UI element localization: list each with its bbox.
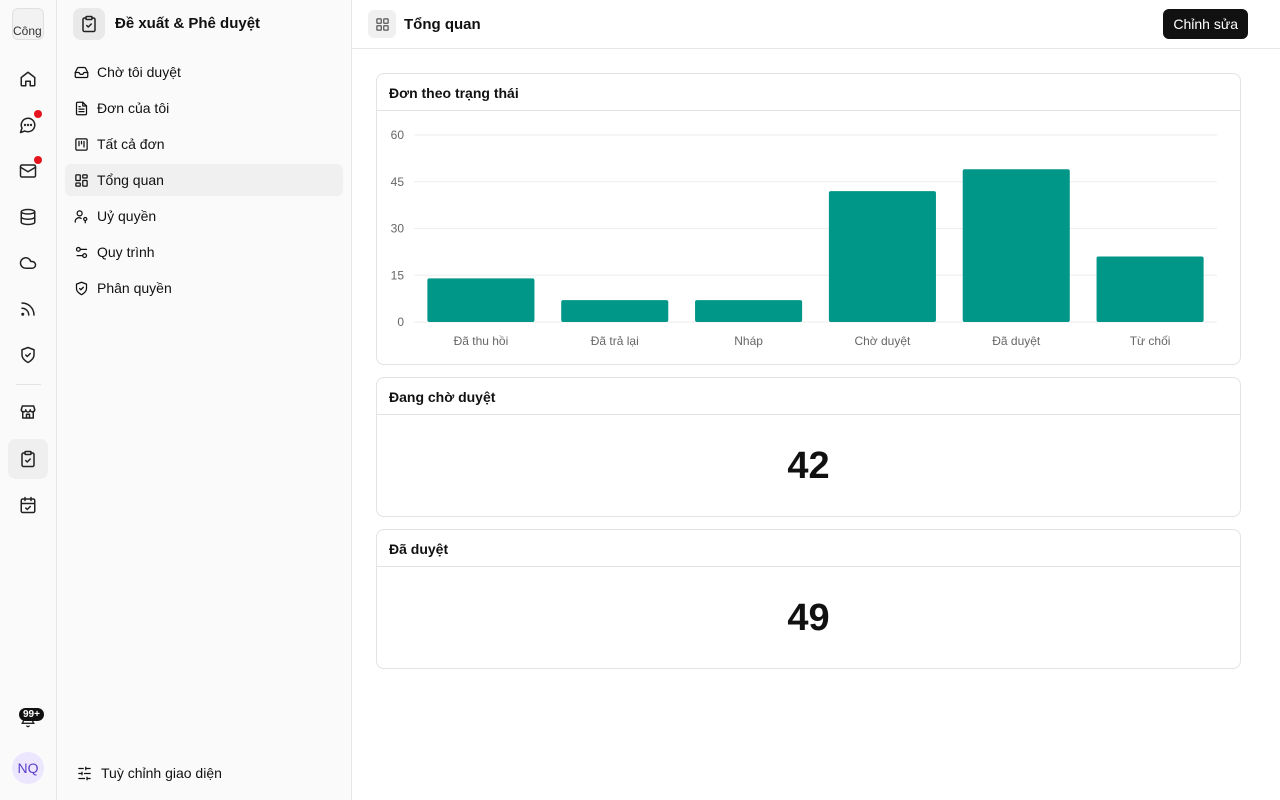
edit-button[interactable]: Chỉnh sửa: [1163, 9, 1248, 39]
x-tick-label: Đã duyệt: [992, 334, 1041, 348]
y-tick-label: 0: [397, 315, 404, 329]
file-text-icon: [75, 101, 88, 115]
rail-database-button[interactable]: [8, 197, 48, 237]
sidebar-item-label: Phân quyền: [97, 280, 172, 296]
inbox-icon: [74, 66, 89, 78]
customize-interface-label: Tuỳ chỉnh giao diện: [101, 765, 222, 781]
chat-icon: [19, 117, 36, 134]
sliders-icon: [78, 766, 91, 780]
module-icon: [73, 8, 105, 40]
sidebar-item-label: Chờ tôi duyệt: [97, 64, 181, 80]
page-icon: [368, 10, 396, 38]
x-tick-label: Từ chối: [1130, 334, 1171, 348]
rail-calendar-button[interactable]: [8, 485, 48, 525]
bar: [828, 191, 936, 322]
rail-rss-button[interactable]: [8, 289, 48, 329]
sidebar-item-overview[interactable]: Tổng quan: [65, 164, 343, 196]
pending-stat-title: Đang chờ duyệt: [377, 378, 1240, 415]
company-logo-alt-text: Công: [13, 24, 42, 38]
user-key-icon: [74, 209, 88, 223]
shield-icon: [75, 281, 88, 295]
customize-interface-button[interactable]: Tuỳ chỉnh giao diện: [77, 765, 222, 781]
bar: [695, 300, 803, 322]
layout-grid-icon: [75, 173, 88, 187]
company-logo[interactable]: Công: [12, 8, 44, 40]
pending-stat-card: Đang chờ duyệt 42: [376, 377, 1241, 517]
rail-divider: [16, 384, 41, 385]
y-tick-label: 15: [391, 268, 405, 282]
notifications-button[interactable]: 99+: [14, 706, 44, 732]
mail-notification-dot: [34, 156, 42, 164]
sidebar-item-label: Quy trình: [97, 244, 155, 260]
sidebar-item-workflow[interactable]: Quy trình: [65, 236, 343, 268]
mail-icon: [19, 164, 37, 178]
rail-chat-button[interactable]: [8, 105, 48, 145]
status-bar-chart: 0 15 30 45 60 Đã thu hồi Đã trả lại Nháp Chờ duy…: [391, 128, 1217, 348]
clipboard-check-icon: [21, 450, 35, 468]
status-chart-card: Đơn theo trạng thái 0 15 30 45 60 Đã thu hồi Đ…: [376, 73, 1241, 365]
app-rail: Công 99+ NQ: [0, 0, 57, 800]
sidebar-item-delegation[interactable]: Uỷ quyền: [65, 200, 343, 232]
rss-icon: [21, 302, 35, 316]
rail-approval-button[interactable]: [8, 439, 48, 479]
home-icon: [20, 71, 36, 87]
pending-stat-value: 42: [787, 445, 830, 487]
sidebar-item-label: Đơn của tôi: [97, 100, 170, 116]
sidebar-item-pending-my-approval[interactable]: Chờ tôi duyệt: [65, 56, 343, 88]
rail-mail-button[interactable]: [8, 151, 48, 191]
y-tick-label: 60: [391, 128, 405, 142]
y-tick-label: 45: [391, 175, 405, 189]
chat-notification-dot: [34, 110, 42, 118]
rail-cloud-button[interactable]: [8, 243, 48, 283]
bar: [561, 300, 669, 322]
kanban-icon: [75, 137, 88, 151]
database-icon: [20, 208, 36, 226]
cloud-icon: [19, 257, 37, 269]
module-sidebar: Đề xuất & Phê duyệt Chờ tôi duyệt Đơn củ…: [57, 0, 352, 800]
bar: [962, 169, 1070, 322]
notification-count-badge: 99+: [19, 708, 44, 721]
sidebar-item-permissions[interactable]: Phân quyền: [65, 272, 343, 304]
x-tick-label: Đã thu hồi: [454, 334, 509, 348]
store-icon: [20, 405, 36, 419]
bar: [1096, 256, 1204, 322]
status-chart-title: Đơn theo trạng thái: [377, 74, 1240, 111]
sidebar-item-my-requests[interactable]: Đơn của tôi: [65, 92, 343, 124]
rail-security-button[interactable]: [8, 335, 48, 375]
approved-stat-title: Đã duyệt: [377, 530, 1240, 567]
bar: [427, 278, 535, 322]
page-title: Tổng quan: [404, 16, 481, 33]
user-avatar[interactable]: NQ: [12, 752, 44, 784]
x-tick-label: Chờ duyệt: [854, 334, 911, 348]
module-title: Đề xuất & Phê duyệt: [115, 15, 261, 32]
rail-store-button[interactable]: [8, 392, 48, 432]
clipboard-check-icon: [82, 15, 96, 33]
approved-stat-card: Đã duyệt 49: [376, 529, 1241, 669]
sidebar-item-label: Tổng quan: [97, 172, 164, 188]
approved-stat-value: 49: [787, 597, 830, 639]
page-header: Tổng quan Chỉnh sửa: [352, 0, 1280, 49]
y-tick-label: 30: [391, 222, 405, 236]
workflow-icon: [75, 246, 88, 258]
x-tick-label: Nháp: [734, 334, 763, 348]
sidebar-item-label: Uỷ quyền: [97, 208, 157, 224]
sidebar-item-all-requests[interactable]: Tất cả đơn: [65, 128, 343, 160]
rail-home-button[interactable]: [8, 59, 48, 99]
sidebar-item-label: Tất cả đơn: [97, 136, 165, 152]
x-tick-label: Đã trả lại: [591, 334, 639, 348]
calendar-check-icon: [20, 496, 36, 514]
layout-grid-icon: [375, 17, 389, 31]
shield-check-icon: [21, 346, 35, 364]
